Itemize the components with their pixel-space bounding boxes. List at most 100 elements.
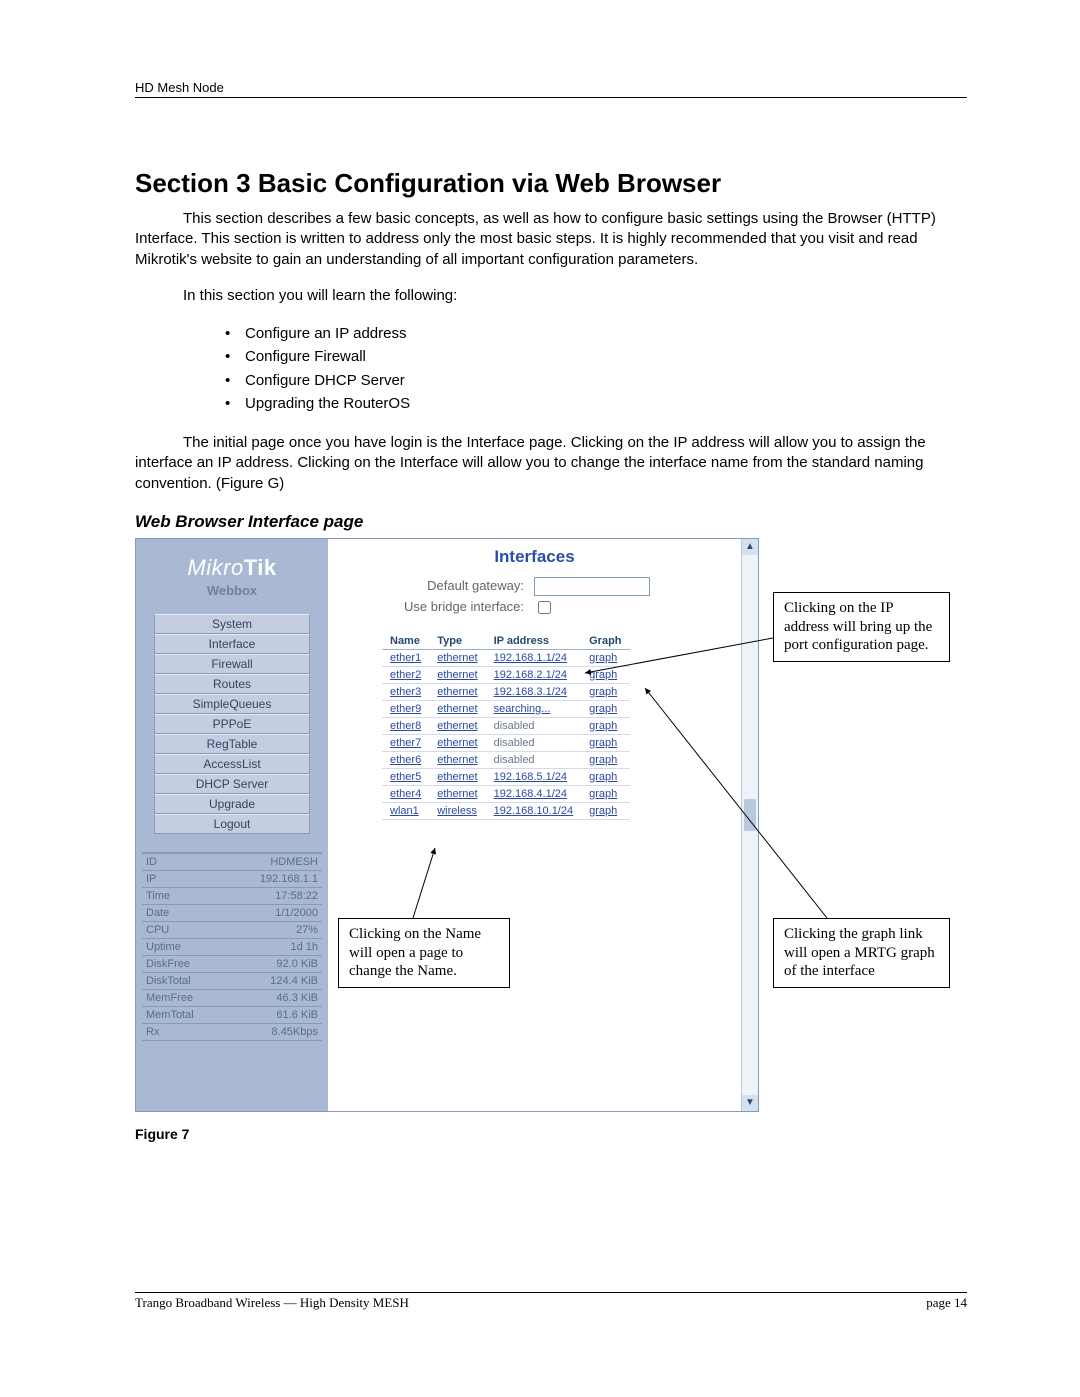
- if-type-link[interactable]: ethernet: [429, 768, 485, 785]
- if-graph-link[interactable]: graph: [581, 717, 629, 734]
- webbox-sidebar: MikroTik Webbox System Interface Firewal…: [136, 539, 328, 1111]
- stat-val: 192.168.1.1: [224, 870, 322, 887]
- if-ip-link[interactable]: 192.168.5.1/24: [486, 768, 582, 785]
- if-name-link[interactable]: ether4: [382, 785, 429, 802]
- table-row: ether5ethernet192.168.5.1/24graph: [382, 768, 630, 785]
- if-type-link[interactable]: wireless: [429, 802, 485, 819]
- if-name-link[interactable]: ether8: [382, 717, 429, 734]
- sidebar-item-logout[interactable]: Logout: [154, 814, 310, 834]
- scrollbar[interactable]: ▲ ▼: [741, 539, 758, 1111]
- if-type-link[interactable]: ethernet: [429, 700, 485, 717]
- figure-label: Figure 7: [135, 1126, 967, 1142]
- if-type-link[interactable]: ethernet: [429, 666, 485, 683]
- figure-screenshot: ▲ ▼ MikroTik Webbox System Interface Fir…: [135, 538, 967, 1118]
- bridge-checkbox[interactable]: [538, 601, 551, 614]
- if-type-link[interactable]: ethernet: [429, 717, 485, 734]
- sidebar-item-pppoe[interactable]: PPPoE: [154, 714, 310, 734]
- page-footer: Trango Broadband Wireless — High Density…: [135, 1292, 967, 1311]
- if-name-link[interactable]: ether2: [382, 666, 429, 683]
- scroll-up-icon[interactable]: ▲: [742, 539, 758, 555]
- sidebar-item-accesslist[interactable]: AccessList: [154, 754, 310, 774]
- sidebar-item-dhcp-server[interactable]: DHCP Server: [154, 774, 310, 794]
- intro-paragraph: This section describes a few basic conce…: [135, 209, 967, 270]
- section-title: Section 3 Basic Configuration via Web Br…: [135, 168, 967, 199]
- if-type-link[interactable]: ethernet: [429, 734, 485, 751]
- if-name-link[interactable]: ether6: [382, 751, 429, 768]
- stat-key: CPU: [142, 921, 224, 938]
- if-type-link[interactable]: ethernet: [429, 751, 485, 768]
- gateway-input[interactable]: [534, 577, 650, 596]
- scroll-thumb[interactable]: [744, 799, 756, 831]
- sidebar-item-regtable[interactable]: RegTable: [154, 734, 310, 754]
- subheading: Web Browser Interface page: [135, 512, 967, 532]
- brand-subtitle: Webbox: [136, 583, 328, 598]
- table-row: ether7ethernetdisabledgraph: [382, 734, 630, 751]
- if-graph-link[interactable]: graph: [581, 683, 629, 700]
- if-name-link[interactable]: ether1: [382, 649, 429, 666]
- sidebar-item-upgrade[interactable]: Upgrade: [154, 794, 310, 814]
- if-graph-link[interactable]: graph: [581, 768, 629, 785]
- stat-val: 17:58:22: [224, 887, 322, 904]
- stat-val: 46.3 KiB: [224, 989, 322, 1006]
- if-ip-link: disabled: [486, 734, 582, 751]
- sidebar-menu: System Interface Firewall Routes SimpleQ…: [154, 614, 310, 834]
- stat-key: Rx: [142, 1023, 224, 1040]
- sidebar-item-interface[interactable]: Interface: [154, 634, 310, 654]
- table-row: ether8ethernetdisabledgraph: [382, 717, 630, 734]
- callout-name: Clicking on the Name will open a page to…: [338, 918, 510, 988]
- if-graph-link[interactable]: graph: [581, 649, 629, 666]
- if-name-link[interactable]: ether5: [382, 768, 429, 785]
- stat-key: DiskTotal: [142, 972, 224, 989]
- if-graph-link[interactable]: graph: [581, 785, 629, 802]
- sidebar-item-system[interactable]: System: [154, 614, 310, 634]
- footer-right: page 14: [926, 1295, 967, 1311]
- if-name-link[interactable]: wlan1: [382, 802, 429, 819]
- if-ip-link[interactable]: searching...: [486, 700, 582, 717]
- if-graph-link[interactable]: graph: [581, 802, 629, 819]
- if-graph-link[interactable]: graph: [581, 751, 629, 768]
- if-name-link[interactable]: ether9: [382, 700, 429, 717]
- col-type: Type: [429, 633, 485, 650]
- stat-val: 1/1/2000: [224, 904, 322, 921]
- if-ip-link[interactable]: 192.168.10.1/24: [486, 802, 582, 819]
- if-name-link[interactable]: ether7: [382, 734, 429, 751]
- if-graph-link[interactable]: graph: [581, 666, 629, 683]
- list-item: Configure an IP address: [225, 322, 967, 345]
- browser-frame: ▲ ▼ MikroTik Webbox System Interface Fir…: [135, 538, 759, 1112]
- stat-key: MemTotal: [142, 1006, 224, 1023]
- stat-key: Uptime: [142, 938, 224, 955]
- footer-left: Trango Broadband Wireless — High Density…: [135, 1295, 409, 1311]
- if-graph-link[interactable]: graph: [581, 734, 629, 751]
- stat-val: 27%: [224, 921, 322, 938]
- stat-val: 1d 1h: [224, 938, 322, 955]
- if-type-link[interactable]: ethernet: [429, 683, 485, 700]
- stat-val: 8.45Kbps: [224, 1023, 322, 1040]
- col-graph: Graph: [581, 633, 629, 650]
- sidebar-item-simplequeues[interactable]: SimpleQueues: [154, 694, 310, 714]
- sidebar-item-routes[interactable]: Routes: [154, 674, 310, 694]
- learn-list: Configure an IP address Configure Firewa…: [225, 322, 967, 415]
- running-head: HD Mesh Node: [135, 80, 967, 98]
- if-ip-link[interactable]: 192.168.1.1/24: [486, 649, 582, 666]
- table-row: ether9ethernetsearching...graph: [382, 700, 630, 717]
- if-graph-link[interactable]: graph: [581, 700, 629, 717]
- if-type-link[interactable]: ethernet: [429, 649, 485, 666]
- scroll-down-icon[interactable]: ▼: [742, 1095, 758, 1111]
- if-name-link[interactable]: ether3: [382, 683, 429, 700]
- sidebar-item-firewall[interactable]: Firewall: [154, 654, 310, 674]
- sidebar-stats: IDHDMESHIP192.168.1.1Time17:58:22Date1/1…: [142, 852, 322, 1041]
- if-ip-link[interactable]: 192.168.2.1/24: [486, 666, 582, 683]
- stat-val: 92.0 KiB: [224, 955, 322, 972]
- stat-val: 61.6 KiB: [224, 1006, 322, 1023]
- if-ip-link[interactable]: 192.168.4.1/24: [486, 785, 582, 802]
- stat-key: Time: [142, 887, 224, 904]
- if-type-link[interactable]: ethernet: [429, 785, 485, 802]
- gateway-label: Default gateway:: [374, 578, 524, 593]
- stat-key: ID: [142, 853, 224, 870]
- if-ip-link[interactable]: 192.168.3.1/24: [486, 683, 582, 700]
- interfaces-table: Name Type IP address Graph ether1etherne…: [382, 633, 630, 820]
- callout-graph: Clicking the graph link will open a MRTG…: [773, 918, 950, 988]
- webbox-content: Interfaces Default gateway: Use bridge i…: [328, 539, 741, 1111]
- bridge-label: Use bridge interface:: [374, 599, 524, 614]
- after-paragraph: The initial page once you have login is …: [135, 433, 967, 494]
